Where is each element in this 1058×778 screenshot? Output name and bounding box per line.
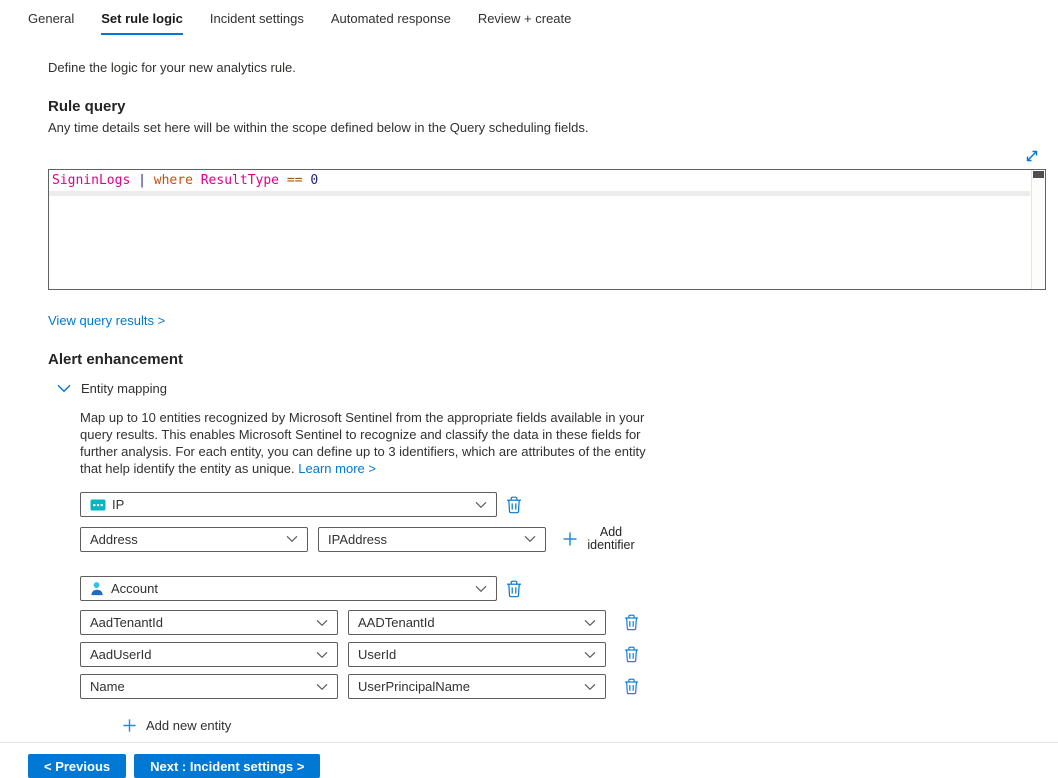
add-new-entity-label: Add new entity <box>146 718 231 733</box>
delete-identifier-button[interactable] <box>624 614 640 632</box>
code-token-keyword: where <box>154 173 193 188</box>
identifier-row: AadUserId UserId <box>80 642 1058 667</box>
chevron-down-icon <box>584 683 596 691</box>
view-query-results-link[interactable]: View query results > <box>48 313 165 328</box>
chevron-down-icon <box>316 619 328 627</box>
chevron-down-icon <box>316 683 328 691</box>
entity-type-value: IP <box>112 497 469 512</box>
tab-general[interactable]: General <box>28 11 74 35</box>
rule-query-subtitle: Any time details set here will be within… <box>48 120 1058 135</box>
entity-row: IP <box>80 492 1058 517</box>
identifier-row: AadTenantId AADTenantId <box>80 610 1058 635</box>
code-token-space <box>193 173 201 188</box>
code-token-operator: == <box>279 173 310 188</box>
chevron-down-icon <box>316 651 328 659</box>
rule-query-heading: Rule query <box>48 98 1058 115</box>
identifier-value-dropdown[interactable]: AADTenantId <box>348 610 606 635</box>
tab-incident-settings[interactable]: Incident settings <box>210 11 304 35</box>
chevron-down-icon <box>475 501 487 509</box>
next-incident-settings-button[interactable]: Next : Incident settings > <box>134 754 320 778</box>
identifier-row: Name UserPrincipalName <box>80 674 1058 699</box>
previous-button[interactable]: < Previous <box>28 754 126 778</box>
code-token-table: SigninLogs <box>52 173 130 188</box>
page-description: Define the logic for your new analytics … <box>48 60 1058 75</box>
identifier-field-value: Address <box>90 532 280 547</box>
entity-type-dropdown-account[interactable]: Account <box>80 576 497 601</box>
identifier-field-dropdown[interactable]: Name <box>80 674 338 699</box>
identifier-value-dropdown[interactable]: UserPrincipalName <box>348 674 606 699</box>
delete-entity-button[interactable] <box>506 496 522 514</box>
entity-mapping-rows: IP Address <box>80 492 1058 733</box>
tab-set-rule-logic[interactable]: Set rule logic <box>101 11 183 35</box>
account-icon <box>90 581 105 596</box>
wizard-tabs: General Set rule logic Incident settings… <box>0 0 1058 35</box>
identifier-field-dropdown[interactable]: AadUserId <box>80 642 338 667</box>
identifier-value: UserId <box>358 647 578 662</box>
identifier-field-value: Name <box>90 679 310 694</box>
entity-mapping-description: Map up to 10 entities recognized by Micr… <box>80 409 654 477</box>
query-code-line[interactable]: SigninLogs | where ResultType == 0 <box>49 170 1045 189</box>
delete-identifier-button[interactable] <box>624 678 640 696</box>
entity-type-value: Account <box>111 581 469 596</box>
identifier-value: IPAddress <box>328 532 518 547</box>
identifier-value: UserPrincipalName <box>358 679 578 694</box>
plus-icon <box>122 718 137 733</box>
code-token-pipe: | <box>130 173 153 188</box>
wizard-footer: < Previous Next : Incident settings > <box>0 742 1058 778</box>
identifier-value-dropdown[interactable]: UserId <box>348 642 606 667</box>
add-identifier-label: Add identifier <box>583 526 639 552</box>
chevron-down-icon <box>286 535 298 543</box>
tab-automated-response[interactable]: Automated response <box>331 11 451 35</box>
delete-identifier-button[interactable] <box>624 646 640 664</box>
identifier-field-dropdown[interactable]: Address <box>80 527 308 552</box>
entity-mapping-label: Entity mapping <box>81 381 167 396</box>
set-rule-logic-page: General Set rule logic Incident settings… <box>0 0 1058 778</box>
entity-row: Account <box>80 576 1058 601</box>
identifier-value-dropdown[interactable]: IPAddress <box>318 527 546 552</box>
editor-vertical-scrollbar[interactable] <box>1031 170 1045 289</box>
delete-entity-button[interactable] <box>506 580 522 598</box>
query-editor[interactable]: SigninLogs | where ResultType == 0 <box>48 169 1046 290</box>
editor-toolbar <box>48 145 1046 169</box>
chevron-down-icon <box>584 619 596 627</box>
add-new-entity-button[interactable]: Add new entity <box>122 718 1058 733</box>
code-token-column: ResultType <box>201 173 279 188</box>
current-line-highlight <box>49 191 1030 196</box>
alert-enhancement-heading: Alert enhancement <box>48 351 1058 368</box>
tab-review-create[interactable]: Review + create <box>478 11 572 35</box>
chevron-down-icon <box>57 384 71 393</box>
add-identifier-button[interactable]: Add identifier <box>562 526 639 552</box>
identifier-field-value: AadTenantId <box>90 615 310 630</box>
chevron-down-icon <box>524 535 536 543</box>
code-token-number: 0 <box>310 173 318 188</box>
query-editor-area: SigninLogs | where ResultType == 0 <box>48 145 1046 290</box>
identifier-field-value: AadUserId <box>90 647 310 662</box>
identifier-value: AADTenantId <box>358 615 578 630</box>
chevron-down-icon <box>584 651 596 659</box>
learn-more-link[interactable]: Learn more > <box>298 461 376 476</box>
scrollbar-thumb[interactable] <box>1033 171 1044 178</box>
identifier-row: Address IPAddress Add identifi <box>80 526 1058 552</box>
entity-mapping-toggle[interactable]: Entity mapping <box>57 381 1058 396</box>
identifier-field-dropdown[interactable]: AadTenantId <box>80 610 338 635</box>
entity-type-dropdown-ip[interactable]: IP <box>80 492 497 517</box>
expand-icon[interactable] <box>1024 148 1040 164</box>
ip-icon <box>90 499 106 511</box>
chevron-down-icon <box>475 585 487 593</box>
plus-icon <box>562 531 578 547</box>
